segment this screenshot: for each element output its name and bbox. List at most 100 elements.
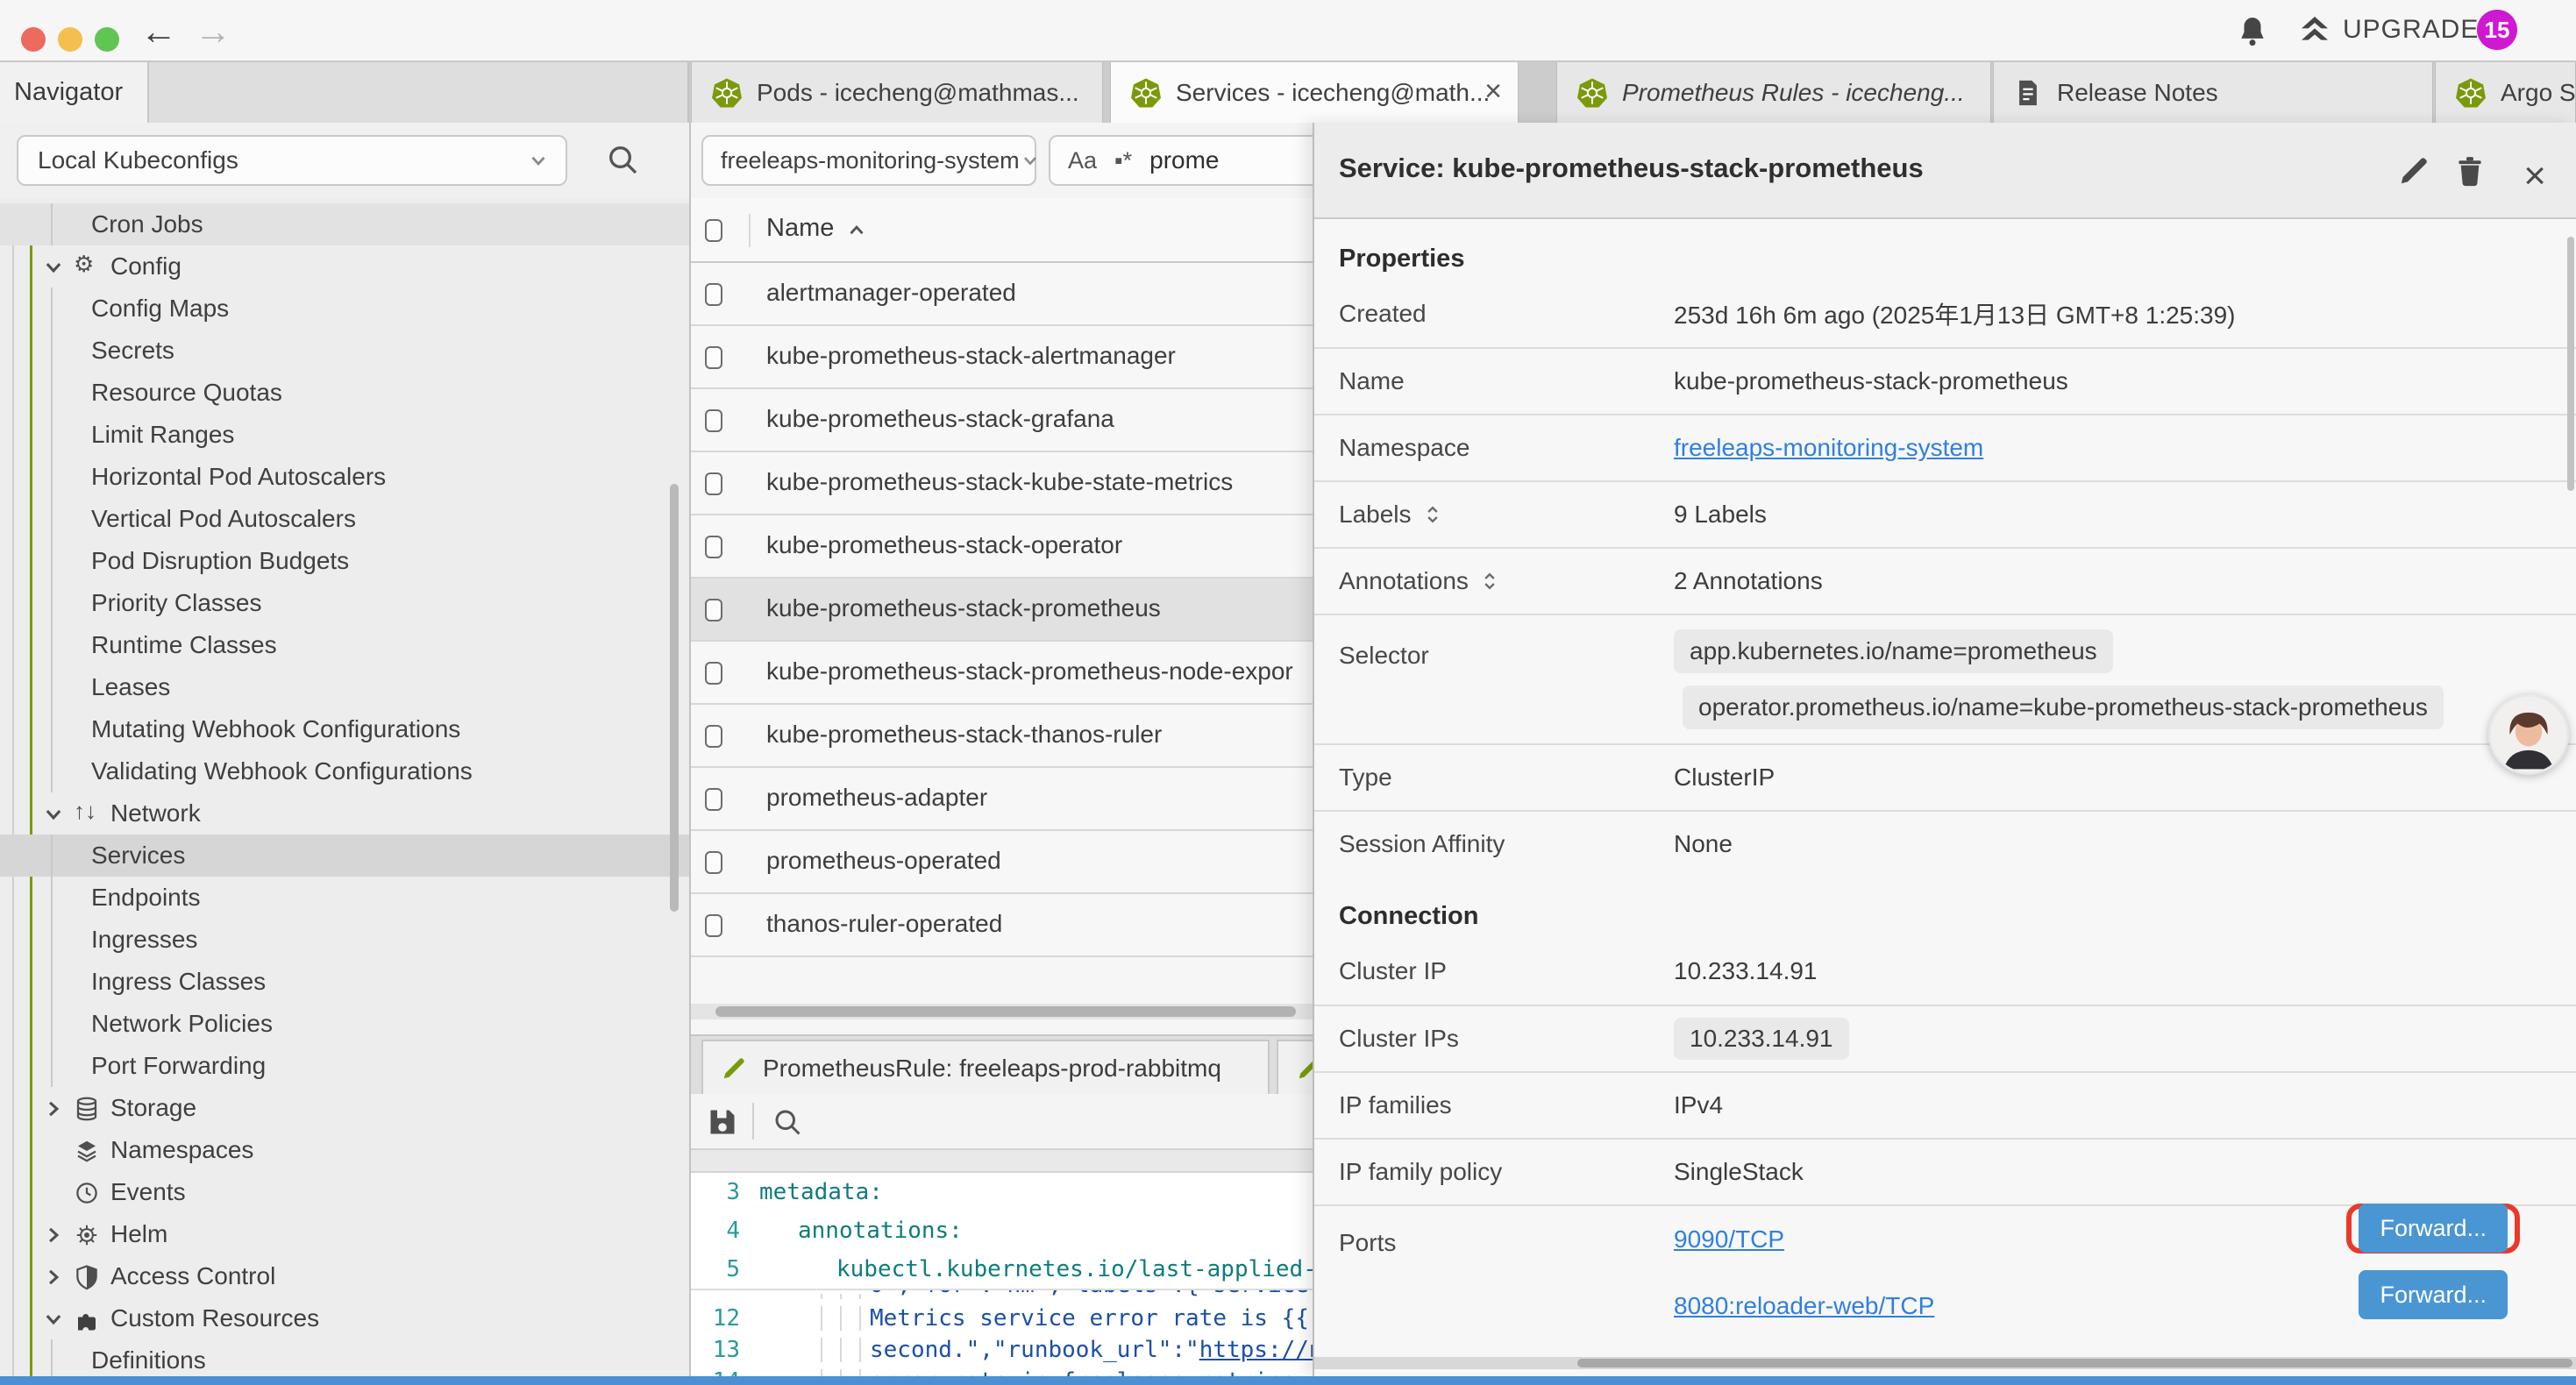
port-link[interactable]: 8080:reloader-web/TCP	[1674, 1292, 1934, 1320]
row-checkbox[interactable]	[705, 409, 722, 432]
port-link[interactable]: 9090/TCP	[1674, 1225, 1784, 1254]
sidebar: Local Kubeconfigs Cron Jobs⚙ConfigConfig…	[0, 123, 689, 1378]
table-row[interactable]: prometheus-adapter	[691, 768, 1313, 831]
sidebar-item-ingress-classes[interactable]: Ingress Classes	[0, 961, 689, 1003]
sidebar-item-leases[interactable]: Leases	[0, 666, 689, 708]
table-row[interactable]: kube-prometheus-stack-prometheus	[691, 579, 1313, 642]
sidebar-item-storage[interactable]: Storage	[0, 1087, 689, 1129]
table-row[interactable]: kube-prometheus-stack-thanos-ruler	[691, 705, 1313, 768]
table-row[interactable]: kube-prometheus-stack-prometheus-node-ex…	[691, 642, 1313, 705]
row-checkbox[interactable]	[705, 914, 722, 937]
sidebar-item-horizontal-pod-autoscalers[interactable]: Horizontal Pod Autoscalers	[0, 456, 689, 498]
tab-release-notes[interactable]: Release Notes	[1993, 62, 2433, 123]
row-checkbox[interactable]	[705, 725, 722, 748]
edit-pencil-icon[interactable]	[2397, 154, 2430, 188]
close-icon[interactable]: ×	[1484, 75, 1502, 109]
sort-ascending-icon[interactable]	[845, 219, 868, 242]
window-minimize-button[interactable]	[58, 27, 82, 52]
code-indent-guide	[859, 1306, 861, 1331]
sidebar-item-runtime-classes[interactable]: Runtime Classes	[0, 624, 689, 666]
trash-icon[interactable]	[2453, 154, 2487, 188]
window-zoom-button[interactable]	[95, 27, 119, 52]
table-row[interactable]: prometheus-operated	[691, 831, 1313, 894]
sidebar-item-resource-quotas[interactable]: Resource Quotas	[0, 372, 689, 414]
yaml-editor[interactable]: 3metadata:4annotations:5kubectl.kubernet…	[691, 1173, 1313, 1378]
tab-argo-se[interactable]: Argo Se	[2435, 62, 2576, 123]
sidebar-item-custom-resources[interactable]: Custom Resources	[0, 1297, 689, 1339]
match-case-toggle[interactable]: Aa	[1068, 147, 1097, 174]
row-checkbox[interactable]	[705, 346, 722, 369]
editor-tab[interactable]: PrometheusRule: freeleaps-prod-rabbitmq	[701, 1040, 1270, 1096]
row-checkbox[interactable]	[705, 599, 722, 621]
close-icon[interactable]: ×	[2523, 154, 2546, 198]
row-checkbox[interactable]	[705, 472, 722, 495]
table-row[interactable]: alertmanager-operated	[691, 263, 1313, 326]
sidebar-item-ingresses[interactable]: Ingresses	[0, 919, 689, 961]
save-icon[interactable]	[707, 1106, 738, 1138]
row-checkbox[interactable]	[705, 851, 722, 874]
sidebar-item-port-forwarding[interactable]: Port Forwarding	[0, 1045, 689, 1087]
sidebar-item-helm[interactable]: Helm	[0, 1213, 689, 1255]
search-icon[interactable]	[605, 142, 640, 177]
sidebar-item-validating-webhook-configurations[interactable]: Validating Webhook Configurations	[0, 750, 689, 792]
regex-toggle[interactable]: ▪*	[1114, 147, 1132, 174]
kubeconfig-select[interactable]: Local Kubeconfigs	[17, 135, 567, 186]
sidebar-item-cron-jobs[interactable]: Cron Jobs	[0, 203, 689, 245]
upgrade-button[interactable]: UPGRADE	[2297, 12, 2479, 47]
editor-search-icon[interactable]	[772, 1106, 803, 1138]
forward-button[interactable]: Forward...	[2359, 1270, 2508, 1319]
row-checkbox[interactable]	[705, 662, 722, 685]
sidebar-item-label: Limit Ranges	[91, 421, 234, 449]
table-row[interactable]: kube-prometheus-stack-grafana	[691, 389, 1313, 452]
namespace-select[interactable]: freeleaps-monitoring-system	[701, 135, 1036, 186]
column-header-name[interactable]: Name	[766, 214, 834, 243]
table-horizontal-scrollbar[interactable]	[691, 1004, 1313, 1019]
detail-horizontal-scrollbar[interactable]	[1314, 1357, 2576, 1369]
sidebar-item-priority-classes[interactable]: Priority Classes	[0, 582, 689, 624]
detail-vertical-scrollbar[interactable]	[2567, 237, 2574, 491]
sidebar-item-network-policies[interactable]: Network Policies	[0, 1003, 689, 1045]
tab-label: Prometheus Rules - icecheng...	[1622, 79, 1965, 107]
row-checkbox[interactable]	[705, 788, 722, 811]
sidebar-item-config-maps[interactable]: Config Maps	[0, 288, 689, 330]
detail-value: 9 Labels	[1674, 501, 2576, 529]
table-row[interactable]: kube-prometheus-stack-kube-state-metrics	[691, 452, 1313, 515]
scrollbar-thumb[interactable]	[715, 1006, 1296, 1017]
sidebar-item-pod-disruption-budgets[interactable]: Pod Disruption Budgets	[0, 540, 689, 582]
notification-badge[interactable]: 15	[2477, 10, 2517, 50]
tab-services-icecheng-math[interactable]: Services - icecheng@math...×	[1110, 62, 1519, 123]
forward-arrow-icon[interactable]: →	[195, 11, 231, 53]
sidebar-item-config[interactable]: ⚙Config	[0, 245, 689, 288]
select-all-checkbox[interactable]	[705, 219, 722, 242]
resource-tree: Cron Jobs⚙ConfigConfig MapsSecretsResour…	[0, 198, 689, 1378]
sidebar-scrollbar[interactable]	[670, 484, 679, 912]
back-arrow-icon[interactable]: ←	[140, 11, 177, 53]
table-row[interactable]: thanos-ruler-operated	[691, 894, 1313, 957]
sidebar-item-services[interactable]: Services	[0, 835, 689, 877]
sidebar-item-vertical-pod-autoscalers[interactable]: Vertical Pod Autoscalers	[0, 498, 689, 540]
tab-prometheus-rules-icecheng[interactable]: Prometheus Rules - icecheng...	[1556, 62, 1991, 123]
search-input[interactable]: Aa ▪* prome	[1049, 135, 1313, 186]
forward-button[interactable]: Forward...	[2359, 1204, 2508, 1253]
row-checkbox[interactable]	[705, 536, 722, 558]
table-row[interactable]: kube-prometheus-stack-alertmanager	[691, 326, 1313, 389]
sidebar-item-endpoints[interactable]: Endpoints	[0, 877, 689, 919]
sidebar-item-events[interactable]: Events	[0, 1171, 689, 1213]
editor-tab[interactable]	[1277, 1040, 1313, 1096]
assistant-avatar[interactable]	[2488, 694, 2569, 775]
tab-navigator[interactable]: Navigator	[0, 62, 149, 123]
scrollbar-thumb[interactable]	[1577, 1359, 2572, 1367]
value-link[interactable]: freeleaps-monitoring-system	[1674, 434, 1983, 462]
sidebar-item-network[interactable]: ↑↓Network	[0, 792, 689, 835]
sidebar-item-mutating-webhook-configurations[interactable]: Mutating Webhook Configurations	[0, 708, 689, 750]
bell-icon[interactable]	[2236, 15, 2269, 48]
tab-pods-icecheng-mathmas[interactable]: Pods - icecheng@mathmas...	[691, 62, 1103, 123]
table-row[interactable]: kube-prometheus-stack-operator	[691, 515, 1313, 579]
sidebar-item-definitions[interactable]: Definitions	[0, 1339, 689, 1378]
sidebar-item-namespaces[interactable]: Namespaces	[0, 1129, 689, 1171]
sidebar-item-limit-ranges[interactable]: Limit Ranges	[0, 414, 689, 456]
row-checkbox[interactable]	[705, 283, 722, 306]
sidebar-item-access-control[interactable]: Access Control	[0, 1255, 689, 1297]
window-close-button[interactable]	[21, 27, 46, 52]
sidebar-item-secrets[interactable]: Secrets	[0, 330, 689, 372]
